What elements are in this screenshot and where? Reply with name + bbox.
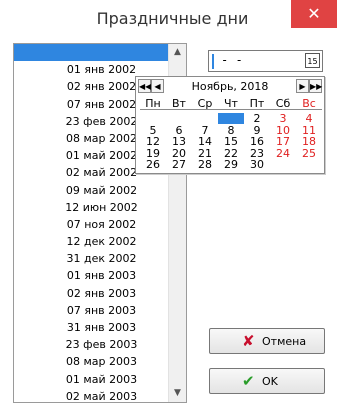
checkmark-icon: ✔ <box>242 372 255 390</box>
list-item[interactable]: 07 янв 2003 <box>14 302 169 319</box>
prev-year-button[interactable]: ◀◀ <box>138 79 151 93</box>
list-item[interactable]: 12 июн 2002 <box>14 199 169 216</box>
calendar-day[interactable]: 17 <box>270 136 296 147</box>
calendar-day[interactable]: 14 <box>192 136 218 147</box>
title-bar: Праздничные дни ✕ <box>0 0 345 32</box>
calendar-day[interactable]: 6 <box>166 125 192 136</box>
calendar-day[interactable]: 8 <box>218 125 244 136</box>
calendar-day[interactable]: 16 <box>244 136 270 147</box>
x-icon: ✘ <box>242 332 255 350</box>
weekday-label: Вт <box>172 97 186 110</box>
weekday-label: Пт <box>249 97 265 110</box>
calendar-day[interactable]: 29 <box>218 159 244 170</box>
date-input[interactable]: - - 15 <box>208 50 323 72</box>
calendar-day[interactable]: 22 <box>218 148 244 159</box>
weekday-header-row: Пн Вт Ср Чт Пт Сб Вс <box>140 98 322 110</box>
weekday-label: Вс <box>302 97 316 110</box>
calendar-day-selected[interactable]: 1 <box>218 113 244 124</box>
list-item[interactable]: 02 май 2003 <box>14 388 169 402</box>
calendar-day[interactable]: 28 <box>192 159 218 170</box>
calendar-day[interactable]: 20 <box>166 148 192 159</box>
list-item[interactable]: 23 фев 2003 <box>14 336 169 353</box>
calendar-day[interactable]: 25 <box>296 148 322 159</box>
scroll-down-icon[interactable]: ▼ <box>169 385 186 402</box>
prev-month-button[interactable]: ◀ <box>151 79 164 93</box>
calendar-day[interactable]: 21 <box>192 148 218 159</box>
list-item[interactable]: 02 янв 2003 <box>14 285 169 302</box>
list-item[interactable]: 08 мар 2003 <box>14 353 169 370</box>
calendar-day[interactable]: 19 <box>140 148 166 159</box>
calendar-day[interactable]: 15 <box>218 136 244 147</box>
weekday-label: Пн <box>145 97 161 110</box>
calendar-day[interactable]: 4 <box>296 113 322 124</box>
calendar-popup: ◀◀ ◀ Ноябрь, 2018 ▶ ▶▶ Пн Вт Ср Чт Пт Сб Вс 1 2 3… <box>135 76 325 174</box>
calendar-day[interactable]: 27 <box>166 159 192 170</box>
list-item[interactable]: 31 янв 2003 <box>14 319 169 336</box>
calendar-day[interactable]: 30 <box>244 159 270 170</box>
holidays-dialog: Праздничные дни ✕ 01 янв 2002 02 янв 2002… <box>0 0 345 409</box>
list-item[interactable]: 01 май 2003 <box>14 371 169 388</box>
calendar-day[interactable]: 5 <box>140 125 166 136</box>
date-input-value: - - <box>221 53 243 67</box>
calendar-header: ◀◀ ◀ Ноябрь, 2018 ▶ ▶▶ <box>136 79 324 95</box>
calendar-week-row: 12 13 14 15 16 17 18 <box>140 136 322 148</box>
calendar-day[interactable]: 26 <box>140 159 166 170</box>
cancel-button-label: Отмена <box>262 335 307 348</box>
calendar-day[interactable]: 10 <box>270 125 296 136</box>
calendar-week-row: 1234 <box>140 113 322 125</box>
calendar-day[interactable]: 18 <box>296 136 322 147</box>
calendar-day[interactable]: 9 <box>244 125 270 136</box>
calendar-grid: Пн Вт Ср Чт Пт Сб Вс 1 2 3 4 5 6 7 8 9 10 11 12 13 14 15 16 17 1… <box>140 98 322 171</box>
list-item[interactable]: 12 дек 2002 <box>14 233 169 250</box>
calendar-month-title: Ноябрь, 2018 <box>191 80 269 93</box>
calendar-day[interactable]: 2 <box>244 113 270 124</box>
calendar-day[interactable]: 24 <box>270 148 296 159</box>
calendar-day[interactable]: 7 <box>192 125 218 136</box>
cancel-button[interactable]: ✘ Отмена <box>209 328 325 354</box>
calendar-week-row: 26 27 28 29 30 <box>140 159 322 171</box>
next-year-button[interactable]: ▶▶ <box>309 79 322 93</box>
list-item[interactable]: 01 янв 2003 <box>14 267 169 284</box>
weekday-label: Чт <box>224 97 238 110</box>
list-item-selected[interactable] <box>14 44 169 62</box>
weekday-label: Ср <box>197 97 213 110</box>
next-month-button[interactable]: ▶ <box>296 79 309 93</box>
weekday-label: Сб <box>275 97 291 110</box>
text-caret <box>212 54 214 69</box>
calendar-day[interactable]: 12 <box>140 136 166 147</box>
close-button[interactable]: ✕ <box>291 0 337 28</box>
calendar-day[interactable]: 11 <box>296 125 322 136</box>
scroll-up-icon[interactable]: ▲ <box>169 44 186 61</box>
calendar-day[interactable]: 3 <box>270 113 296 124</box>
calendar-day[interactable]: 23 <box>244 148 270 159</box>
list-item[interactable]: 31 дек 2002 <box>14 250 169 267</box>
calendar-icon[interactable]: 15 <box>305 53 320 68</box>
list-item[interactable]: 09 май 2002 <box>14 182 169 199</box>
list-item[interactable]: 07 ноя 2002 <box>14 216 169 233</box>
calendar-day[interactable]: 13 <box>166 136 192 147</box>
ok-button[interactable]: ✔ OK <box>209 368 325 394</box>
ok-button-label: OK <box>262 375 278 388</box>
